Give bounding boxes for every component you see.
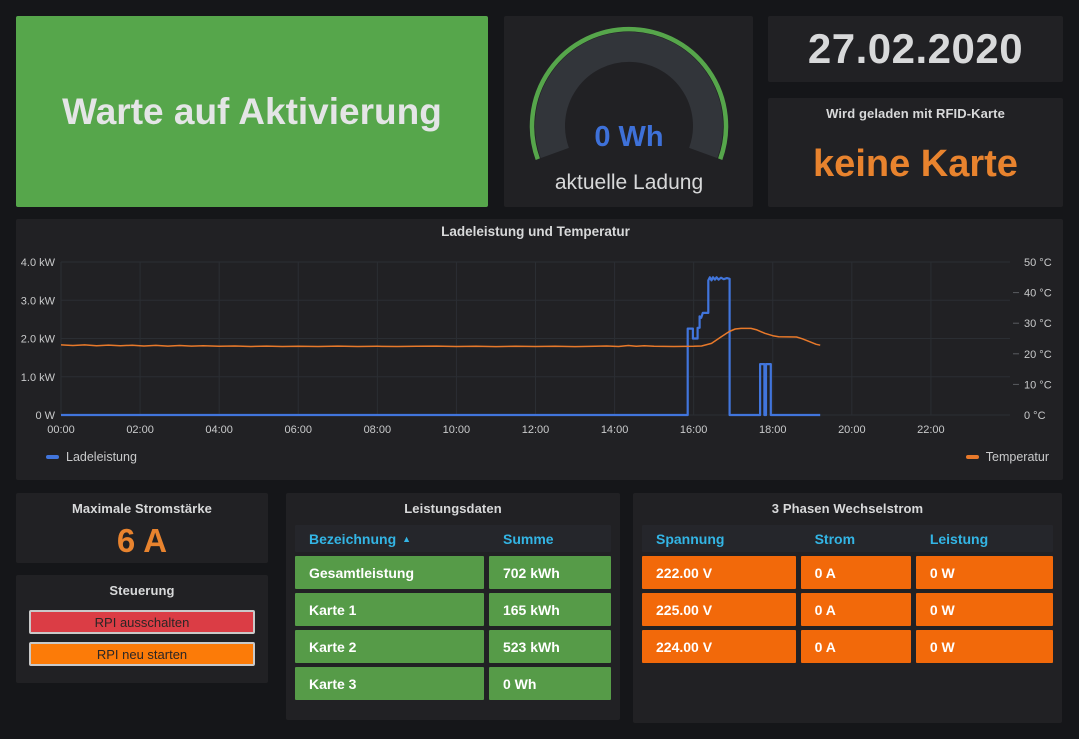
x-tick-label: 22:00 bbox=[917, 424, 945, 436]
y-left-tick-label: 0 W bbox=[35, 410, 55, 422]
x-tick-label: 06:00 bbox=[284, 424, 312, 436]
table-cell: 0 A bbox=[801, 556, 911, 589]
column-header[interactable]: Bezeichnung▲ bbox=[295, 531, 484, 547]
y-right-tick-label: 30 °C bbox=[1024, 318, 1052, 330]
legend-label: Ladeleistung bbox=[66, 450, 137, 464]
chart-plot-area[interactable]: 0 W 1.0 kW 2.0 kW 3.0 kW 4.0 kW 00:00 02:00 04:… bbox=[16, 219, 1063, 480]
three-phase-table-panel: 3 Phasen Wechselstrom Spannung Strom Leist… bbox=[633, 493, 1062, 723]
grafana-dashboard: Warte auf Aktivierung 0 Wh aktuelle Ladu… bbox=[0, 0, 1079, 739]
power-table: Bezeichnung▲Summe Gesamtleistung702 kWhK… bbox=[295, 525, 611, 700]
table-cell: 0 W bbox=[916, 593, 1053, 626]
rpi-shutdown-button[interactable]: RPI ausschalten bbox=[29, 610, 255, 634]
table-cell: 222.00 V bbox=[642, 556, 796, 589]
control-panel: Steuerung RPI ausschalten RPI neu starte… bbox=[16, 575, 268, 683]
x-tick-label: 20:00 bbox=[838, 424, 866, 436]
current-charge-gauge-panel: 0 Wh aktuelle Ladung bbox=[504, 16, 753, 207]
table-row: 222.00 V0 A0 W bbox=[642, 556, 1053, 589]
series-color-dash-blue bbox=[46, 455, 59, 459]
rfid-card-value: keine Karte bbox=[768, 121, 1063, 207]
x-tick-label: 00:00 bbox=[47, 424, 75, 436]
gauge: 0 Wh aktuelle Ladung bbox=[514, 22, 744, 202]
series-line-temperatur bbox=[61, 328, 820, 346]
legend-item-temperatur[interactable]: Temperatur bbox=[966, 450, 1049, 464]
table-cell: 0 Wh bbox=[489, 667, 611, 700]
table-row: Karte 30 Wh bbox=[295, 667, 611, 700]
legend-label: Temperatur bbox=[986, 450, 1049, 464]
table-cell: 702 kWh bbox=[489, 556, 611, 589]
x-tick-label: 08:00 bbox=[364, 424, 392, 436]
rfid-panel-title: Wird geladen mit RFID-Karte bbox=[768, 98, 1063, 121]
column-header[interactable]: Leistung bbox=[916, 531, 1053, 547]
table-cell: 224.00 V bbox=[642, 630, 796, 663]
table-cell: 523 kWh bbox=[489, 630, 611, 663]
y-right-tick-label: 0 °C bbox=[1024, 410, 1046, 422]
table-header: Bezeichnung▲ Summe bbox=[295, 525, 611, 552]
x-tick-label: 18:00 bbox=[759, 424, 787, 436]
legend-item-ladeleistung[interactable]: Ladeleistung bbox=[46, 450, 137, 464]
charge-status-text: Warte auf Aktivierung bbox=[62, 91, 442, 133]
table-body: Gesamtleistung702 kWhKarte 1165 kWhKarte… bbox=[295, 556, 611, 700]
chart-panel: 0 W 1.0 kW 2.0 kW 3.0 kW 4.0 kW 00:00 02:00 04:… bbox=[16, 219, 1063, 480]
rpi-restart-button[interactable]: RPI neu starten bbox=[29, 642, 255, 666]
rfid-card-panel: Wird geladen mit RFID-Karte keine Karte bbox=[768, 98, 1063, 207]
y-left-tick-label: 1.0 kW bbox=[21, 372, 56, 384]
x-tick-label: 14:00 bbox=[601, 424, 629, 436]
y-left-tick-label: 2.0 kW bbox=[21, 334, 56, 346]
x-tick-label: 12:00 bbox=[522, 424, 550, 436]
table-cell: 0 W bbox=[916, 556, 1053, 589]
phases-table-title: 3 Phasen Wechselstrom bbox=[642, 493, 1053, 516]
table-cell: 0 W bbox=[916, 630, 1053, 663]
control-panel-title: Steuerung bbox=[16, 575, 268, 598]
date-value: 27.02.2020 bbox=[808, 25, 1023, 73]
column-header[interactable]: Strom bbox=[801, 531, 911, 547]
table-cell: Gesamtleistung bbox=[295, 556, 484, 589]
power-table-title: Leistungsdaten bbox=[295, 493, 611, 516]
y-right-tick-label: 10 °C bbox=[1024, 379, 1052, 391]
gauge-value: 0 Wh bbox=[594, 121, 663, 153]
sort-asc-icon: ▲ bbox=[402, 534, 411, 544]
table-row: Karte 2523 kWh bbox=[295, 630, 611, 663]
table-cell: 225.00 V bbox=[642, 593, 796, 626]
y-left-tick-label: 4.0 kW bbox=[21, 257, 56, 269]
max-current-value: 6 A bbox=[16, 522, 268, 560]
column-header[interactable]: Spannung bbox=[642, 531, 796, 547]
power-data-table-panel: Leistungsdaten Bezeichnung▲ Summe Gesamtl… bbox=[286, 493, 620, 720]
y-right-tick-label: 40 °C bbox=[1024, 288, 1052, 300]
table-row: 225.00 V0 A0 W bbox=[642, 593, 1053, 626]
series-color-dash-orange bbox=[966, 455, 979, 459]
table-cell: 0 A bbox=[801, 630, 911, 663]
table-header: Spannung Strom Leistung bbox=[642, 525, 1053, 552]
y-left-tick-label: 3.0 kW bbox=[21, 295, 56, 307]
y-right-tick-label: 50 °C bbox=[1024, 257, 1052, 269]
gauge-label: aktuelle Ladung bbox=[554, 171, 702, 194]
x-tick-label: 02:00 bbox=[126, 424, 154, 436]
chart-title: Ladeleistung und Temperatur bbox=[441, 224, 631, 239]
table-cell: 0 A bbox=[801, 593, 911, 626]
x-tick-label: 10:00 bbox=[443, 424, 471, 436]
table-row: Gesamtleistung702 kWh bbox=[295, 556, 611, 589]
table-cell: 165 kWh bbox=[489, 593, 611, 626]
x-tick-label: 16:00 bbox=[680, 424, 708, 436]
date-panel: 27.02.2020 bbox=[768, 16, 1063, 82]
table-body: 222.00 V0 A0 W225.00 V0 A0 W224.00 V0 A0… bbox=[642, 556, 1053, 663]
y-right-tick-label: 20 °C bbox=[1024, 349, 1052, 361]
table-row: Karte 1165 kWh bbox=[295, 593, 611, 626]
column-header[interactable]: Summe bbox=[489, 531, 611, 547]
charge-status-panel: Warte auf Aktivierung bbox=[16, 16, 488, 207]
max-current-title: Maximale Stromstärke bbox=[16, 493, 268, 516]
table-cell: Karte 1 bbox=[295, 593, 484, 626]
table-row: 224.00 V0 A0 W bbox=[642, 630, 1053, 663]
table-cell: Karte 3 bbox=[295, 667, 484, 700]
table-cell: Karte 2 bbox=[295, 630, 484, 663]
x-tick-label: 04:00 bbox=[205, 424, 233, 436]
phases-table: SpannungStromLeistung 222.00 V0 A0 W225.… bbox=[642, 525, 1053, 663]
max-current-panel: Maximale Stromstärke 6 A bbox=[16, 493, 268, 563]
